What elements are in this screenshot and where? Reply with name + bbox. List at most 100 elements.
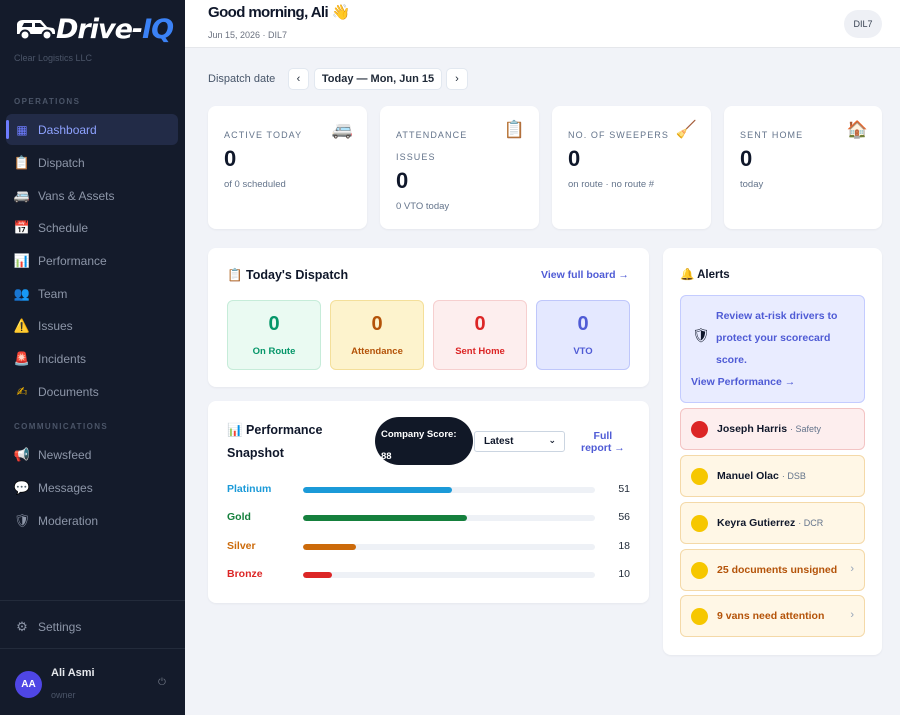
sidebar-item-schedule[interactable]: 📅 Schedule [6,212,178,243]
status-dot [691,467,708,485]
tier-count: 10 [618,568,630,580]
van-logo-icon [14,14,56,44]
chat-icon: 💬 [13,479,31,495]
sidebar-item-label: Moderation [38,513,99,528]
tier-name: Silver [227,540,256,552]
at-risk-drivers-alert[interactable]: 🛡 Review at-risk drivers to protect your… [680,295,865,403]
sidebar-item-label: Messages [38,480,93,495]
full-report-line1: Full [593,430,613,442]
sidebar-item-documents[interactable]: ✍ Documents [6,376,178,407]
stat-subtext: on route · no route # [568,179,655,190]
tier-count: 18 [618,540,630,552]
tile-value: 0 [268,313,280,335]
alert-row[interactable]: Joseph Harris · Safety [680,408,865,450]
sidebar-item-label: Newsfeed [38,447,92,462]
tier-name: Gold [227,511,251,523]
tier-name: Bronze [227,568,263,580]
status-dot [691,420,708,438]
card-title-line2: Snapshot [227,446,284,460]
tier-count: 56 [618,511,630,523]
sidebar-item-settings[interactable]: ⚙ Settings [6,611,178,642]
sidebar-item-label: Dispatch [38,155,85,170]
power-icon[interactable]: ⏻ [158,677,166,688]
stat-value: 0 [396,168,409,193]
broom-icon: 🧹 [675,120,697,139]
tier-count: 51 [618,483,630,495]
page-title: Good morning, Ali 👋 [208,4,350,21]
station-badge[interactable]: DIL7 [844,10,882,38]
sidebar-item-dashboard[interactable]: ▦ Dashboard [6,114,178,145]
sidebar-item-incidents[interactable]: 🚨 Incidents [6,343,178,374]
period-select[interactable]: Latest ⌄ [474,431,565,452]
sidebar-item-label: Settings [38,619,82,634]
tile-sent-home[interactable]: 0 Sent Home [433,300,527,370]
stat-card-active-today[interactable]: ACTIVE TODAY 🚐 0 of 0 scheduled [208,106,367,229]
full-report-link[interactable]: Full report → [581,430,625,454]
tile-on-route[interactable]: 0 On Route [227,300,321,370]
sidebar-item-performance[interactable]: 📊 Performance [6,245,178,276]
full-report-line2: report → [581,442,625,454]
sidebar-item-moderation[interactable]: 🛡 Moderation [6,505,178,536]
sidebar-item-newsfeed[interactable]: 📢 Newsfeed [6,439,178,470]
logo-suffix: IQ [142,13,174,45]
sidebar-item-dispatch[interactable]: 📋 Dispatch [6,147,178,178]
stat-value: 0 [224,146,237,171]
alert-row[interactable]: Keyra Gutierrez · DCR [680,502,865,544]
sidebar-item-label: Dashboard [38,122,97,137]
prev-date-button[interactable]: ‹ [288,68,309,90]
alerts-card: 🔔 Alerts 🛡 Review at-risk drivers to pro… [663,248,882,655]
stat-label: SENT HOME [740,130,804,140]
tile-value: 0 [371,313,383,335]
calendar-icon: 📅 [13,219,31,235]
brand-logo[interactable]: Drive-IQ [14,10,174,48]
sidebar-item-issues[interactable]: ⚠️ Issues [6,310,178,341]
alert-row[interactable]: Manuel Olac · DSB [680,455,865,497]
view-performance-link[interactable]: View Performance → [691,376,795,388]
stat-label: ATTENDANCE ISSUES [396,130,468,162]
period-select-value: Latest [484,436,514,447]
company-score-label: Company Score: [381,429,457,440]
stat-subtext: of 0 scheduled [224,179,286,190]
view-full-board-link[interactable]: View full board → [541,269,629,281]
van-icon: 🚐 [331,120,353,139]
next-date-button[interactable]: › [446,68,468,90]
alert-name: 25 documents unsigned [717,564,838,576]
stat-card-sent-home[interactable]: SENT HOME 🏠 0 today [724,106,882,229]
dispatch-date-label: Dispatch date [208,73,276,85]
stat-subtext: 0 VTO today [396,201,450,212]
sidebar-divider [0,600,185,601]
gear-icon: ⚙ [16,618,28,634]
bar-chart-icon: 📊 [13,252,31,268]
sidebar-item-vans-assets[interactable]: 🚐 Vans & Assets [6,180,178,211]
tile-label: Attendance [351,346,403,357]
tier-bar-fill [303,572,332,578]
alert-row[interactable]: 9 vans need attention › [680,595,865,637]
alert-row[interactable]: 25 documents unsigned › [680,549,865,591]
tile-label: VTO [573,346,593,357]
alert-name: Keyra Gutierrez [717,517,796,529]
stat-card-sweepers[interactable]: NO. OF SWEEPERS 🧹 0 on route · no route … [552,106,711,229]
alert-name: 9 vans need attention [717,610,825,622]
stat-label: ACTIVE TODAY [224,130,303,140]
sidebar-item-label: Vans & Assets [38,188,115,203]
tile-value: 0 [577,313,589,335]
tile-vto[interactable]: 0 VTO [536,300,630,370]
alert-hero-text: Review at-risk drivers to protect your s… [716,310,838,366]
people-icon: 👥 [13,285,31,301]
sidebar-item-team[interactable]: 👥 Team [6,278,178,309]
shield-icon: 🛡 [692,327,710,343]
section-communications: COMMUNICATIONS [14,422,109,431]
house-icon: 🏠 [846,120,868,139]
section-operations: OPERATIONS [14,97,81,106]
current-date-button[interactable]: Today — Mon, Jun 15 [314,68,442,90]
card-title: 🔔 Alerts [680,269,730,281]
date-station-line: Jun 15, 2026 · DIL7 [208,30,288,40]
chevron-down-icon: ⌄ [548,435,556,445]
stat-card-attendance-issues[interactable]: ATTENDANCE ISSUES 📋 0 0 VTO today [380,106,539,229]
stat-value: 0 [740,146,753,171]
tile-attendance[interactable]: 0 Attendance [330,300,424,370]
stat-value: 0 [568,146,581,171]
sidebar-item-messages[interactable]: 💬 Messages [6,472,178,503]
sidebar-item-label: Documents [38,384,99,399]
avatar[interactable]: AA [15,671,42,698]
